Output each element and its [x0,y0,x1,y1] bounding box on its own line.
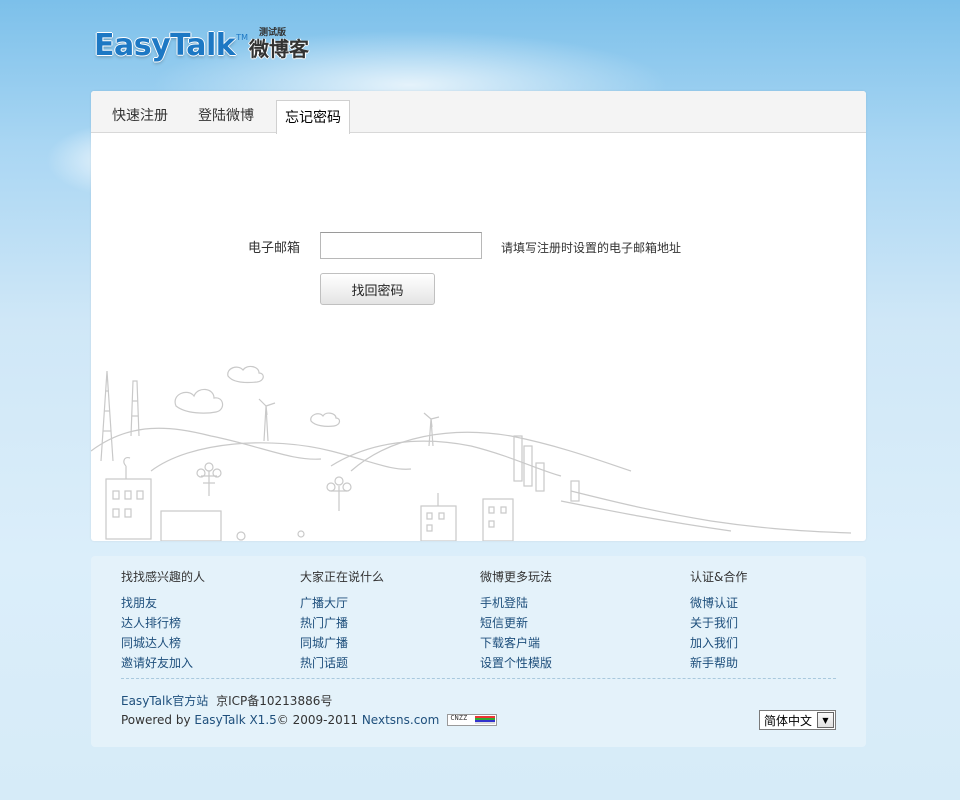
recover-password-button[interactable]: 找回密码 [320,273,435,305]
footer-column-title: 大家正在说什么 [300,570,385,584]
footer-link-download-client[interactable]: 下载客户端 [480,636,552,656]
landscape-illustration [91,365,852,541]
footer-link-local-broadcast[interactable]: 同城广播 [300,636,384,656]
powered-prefix: Powered by [121,713,195,727]
footer-column-title: 找找感兴趣的人 [121,570,206,584]
logo-tm: TM [236,33,249,42]
footer: 找找感兴趣的人 找朋友 达人排行榜 同城达人榜 邀请好友加入 大家正在说什么 广… [91,556,866,747]
logo-cn-name: 微博客 [249,37,310,61]
footer-column-more: 微博更多玩法 手机登陆 短信更新 下载客户端 设置个性模版 [480,569,552,676]
footer-link-invite-friends[interactable]: 邀请好友加入 [121,656,205,676]
easytalk-version-link[interactable]: EasyTalk X1.5 [194,713,276,727]
email-label: 电子邮箱 [248,241,301,256]
nextsns-link[interactable]: Nextsns.com [362,713,440,727]
copyright-text: © 2009-2011 [276,713,362,727]
footer-link-top-users[interactable]: 达人排行榜 [121,616,205,636]
footer-link-hot-broadcast[interactable]: 热门广播 [300,616,384,636]
logo[interactable]: EasyTalk TM 微博客 测试版 [94,24,309,64]
cnzz-stats-icon[interactable]: CNZZ [447,714,498,726]
footer-link-custom-template[interactable]: 设置个性模版 [480,656,552,676]
footer-link-local-top-users[interactable]: 同城达人榜 [121,636,205,656]
main-panel: 快速注册 登陆微博 忘记密码 电子邮箱 请填写注册时设置的电子邮箱地址 找回密码 [91,91,866,541]
email-hint: 请填写注册时设置的电子邮箱地址 [501,241,682,255]
logo-brand: EasyTalk [94,28,236,63]
icp-number[interactable]: 京ICP备10213886号 [216,694,332,708]
language-select[interactable]: 简体中文 ▼ [759,710,836,730]
official-site-link[interactable]: EasyTalk官方站 [121,694,208,708]
footer-link-sms-update[interactable]: 短信更新 [480,616,552,636]
cnzz-bars-icon [475,716,496,724]
footer-column-talk: 大家正在说什么 广播大厅 热门广播 同城广播 热门话题 [300,569,384,676]
chevron-down-icon[interactable]: ▼ [817,712,834,728]
footer-site-info: EasyTalk官方站 京ICP备10213886号 [121,692,332,709]
footer-link-find-friends[interactable]: 找朋友 [121,596,205,616]
footer-link-hot-topics[interactable]: 热门话题 [300,656,384,676]
footer-link-help[interactable]: 新手帮助 [690,656,747,676]
footer-column-title: 认证&合作 [690,570,748,584]
email-input[interactable] [320,232,482,259]
footer-column-cooperation: 认证&合作 微博认证 关于我们 加入我们 新手帮助 [690,569,747,676]
footer-link-about-us[interactable]: 关于我们 [690,616,747,636]
footer-link-join-us[interactable]: 加入我们 [690,636,747,656]
tab-quick-register[interactable]: 快速注册 [112,105,168,125]
tab-forgot-password[interactable]: 忘记密码 [276,100,350,134]
logo-beta-badge: 测试版 [259,28,287,38]
footer-link-broadcast-hall[interactable]: 广播大厅 [300,596,384,616]
tab-bar: 快速注册 登陆微博 忘记密码 [91,91,866,134]
language-select-value: 简体中文 [764,713,813,728]
tab-login[interactable]: 登陆微博 [198,105,254,125]
footer-link-mobile-login[interactable]: 手机登陆 [480,596,552,616]
footer-link-verification[interactable]: 微博认证 [690,596,747,616]
footer-column-title: 微博更多玩法 [480,570,553,584]
cnzz-badge-text: CNZZ [450,714,468,722]
footer-divider [121,678,836,679]
footer-powered-by: Powered by EasyTalk X1.5 © 2009-2011 Nex… [121,713,498,727]
footer-column-people: 找找感兴趣的人 找朋友 达人排行榜 同城达人榜 邀请好友加入 [121,569,205,676]
